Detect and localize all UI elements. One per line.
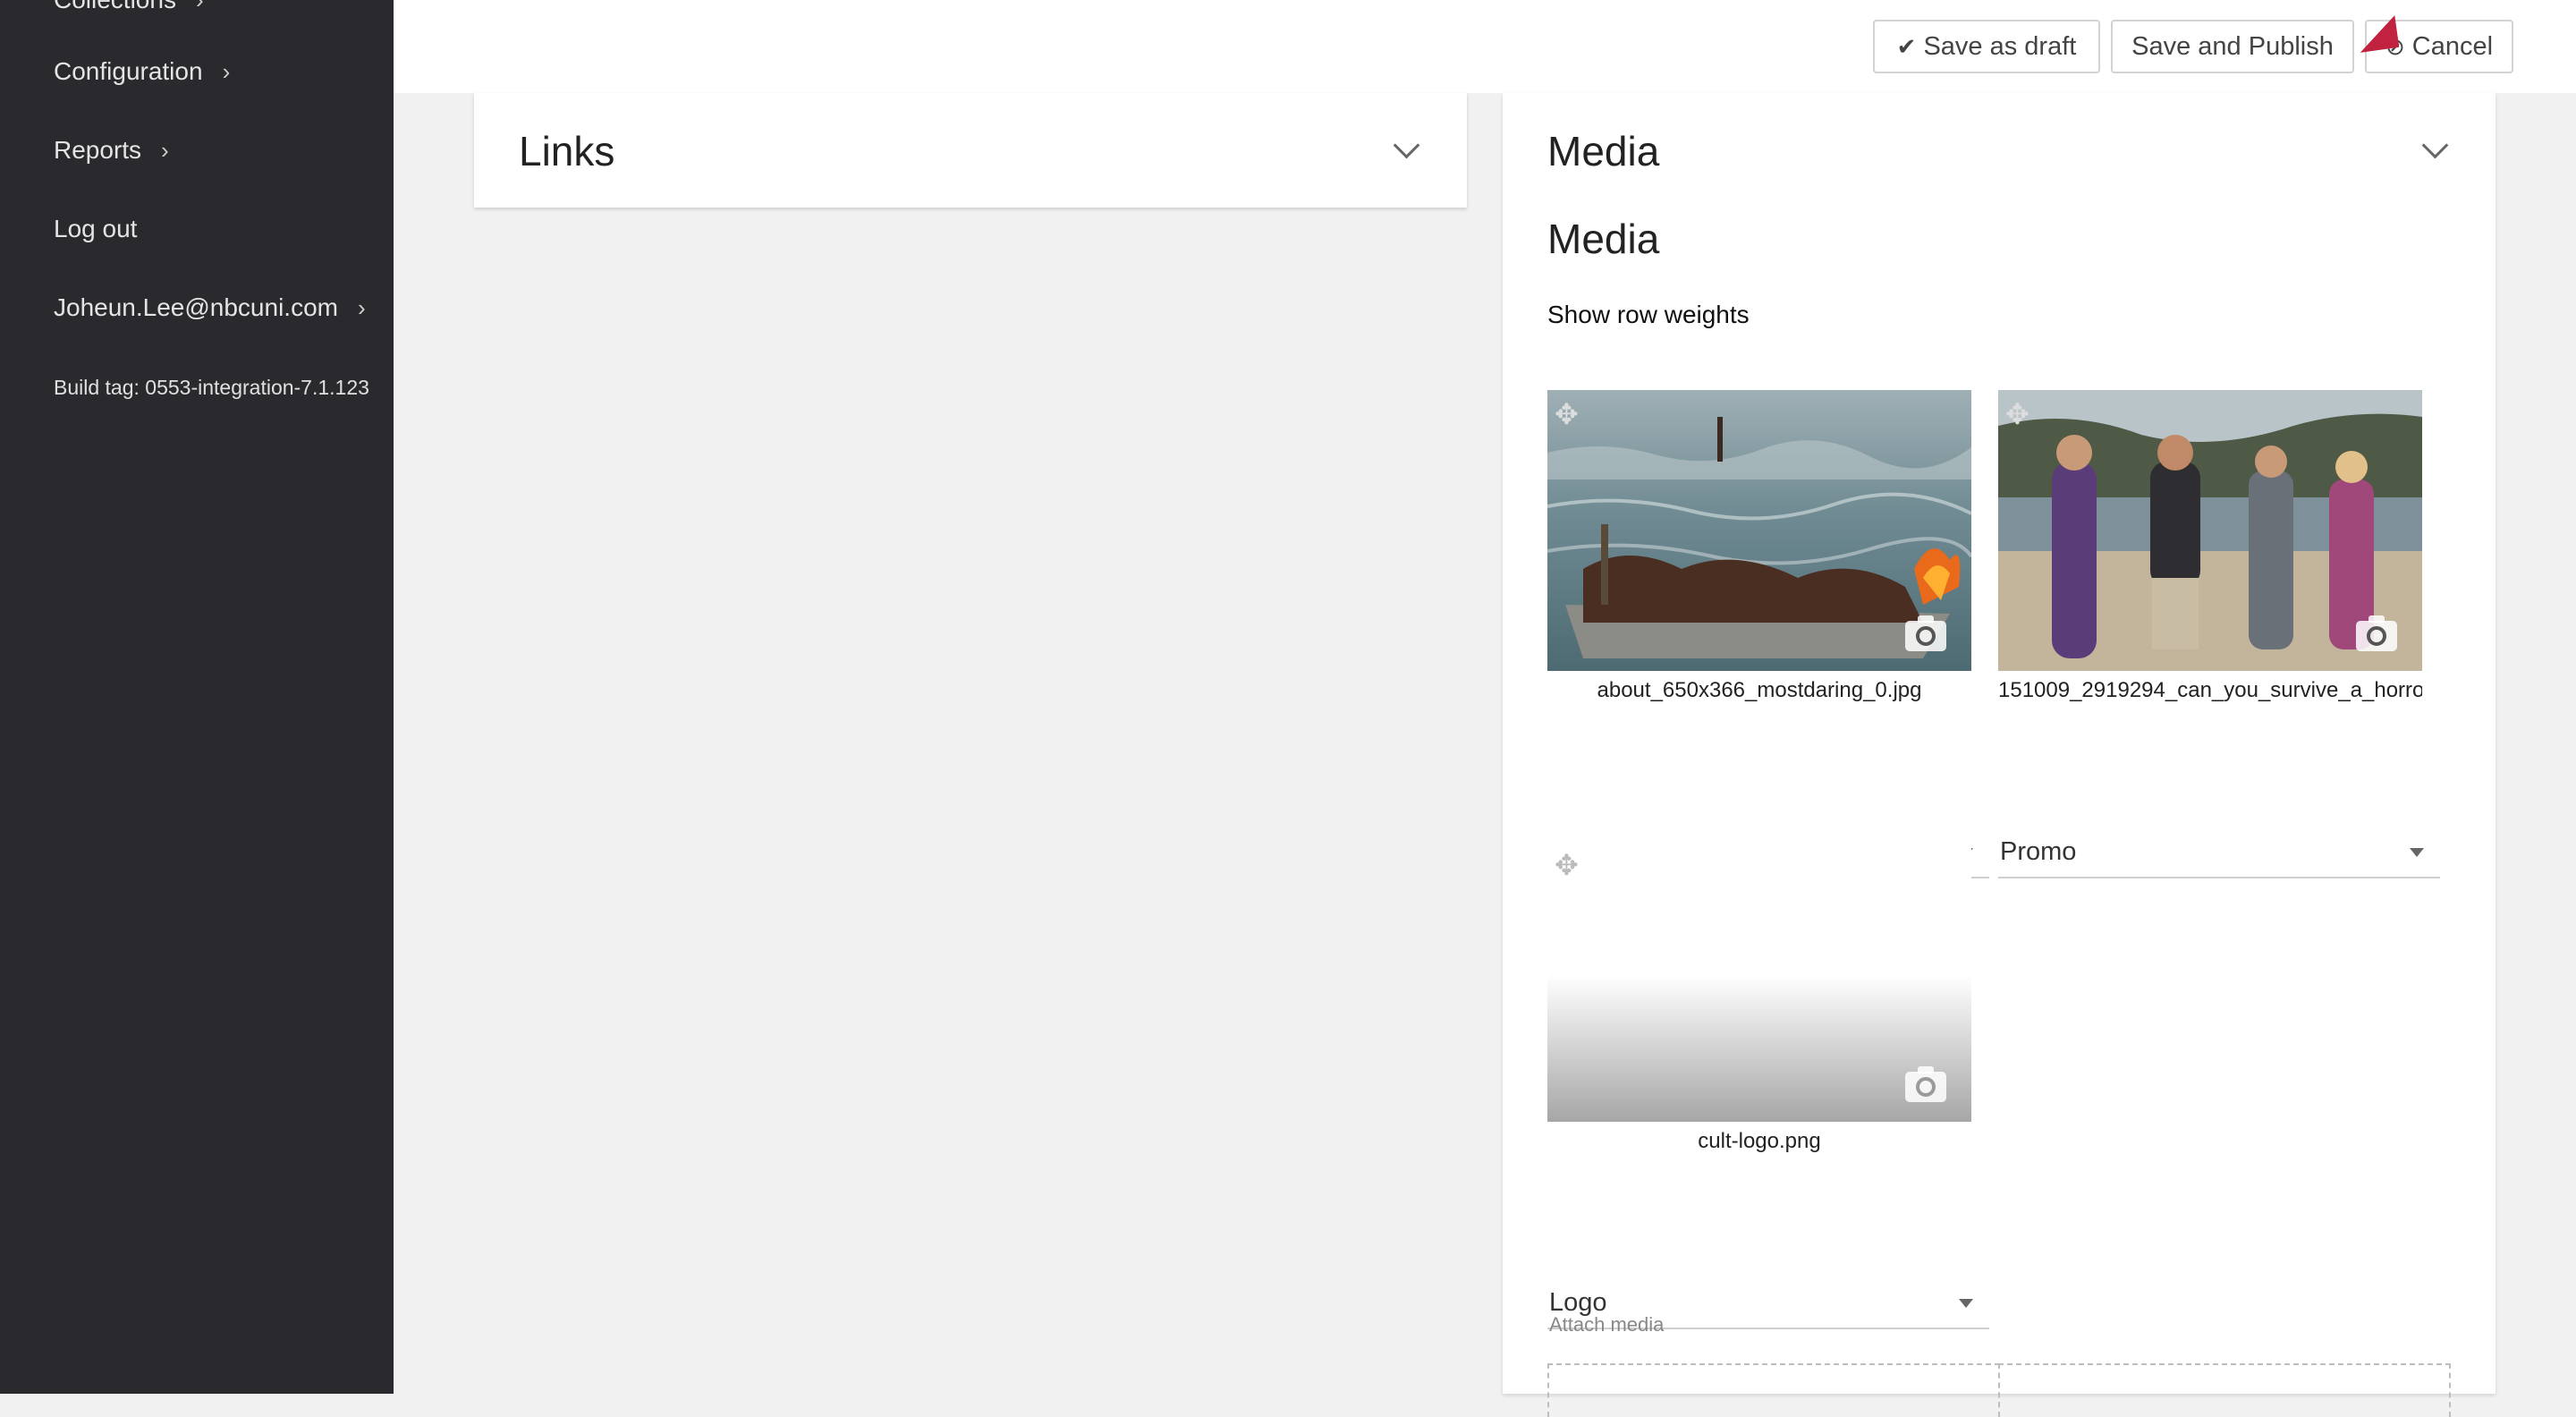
build-tag: Build tag: 0553-integration-7.1.123: [54, 376, 369, 399]
save-as-draft-button[interactable]: ✔ Save as draft: [1873, 20, 2100, 73]
media-filename: 151009_2919294_can_you_survive_a_horror_: [1998, 678, 2422, 702]
sidebar-item-configuration[interactable]: Configuration ›: [54, 57, 230, 86]
media-thumbnail[interactable]: ✥: [1998, 390, 2422, 671]
drag-handle-icon[interactable]: ✥: [1555, 397, 1579, 431]
media-panel: Media Media Show row weights ✥ about_650…: [1503, 93, 2496, 1417]
sidebar-item-label: Reports: [54, 136, 142, 164]
sidebar-item-reports[interactable]: Reports ›: [54, 136, 169, 165]
camera-icon[interactable]: [1905, 1066, 1946, 1102]
sidebar-item-label: Joheun.Lee@nbcuni.com: [54, 293, 338, 321]
cancel-label: Cancel: [2411, 31, 2494, 61]
media-item[interactable]: ✥ about_650x366_mostdaring_0.jpg: [1547, 390, 1971, 703]
media-subtitle: Media: [1547, 216, 1660, 262]
media-filename: about_650x366_mostdaring_0.jpg: [1597, 678, 1922, 702]
attach-media-label: Attach media: [1549, 1313, 1665, 1336]
media-item[interactable]: ✥ 151009_2919294_can_you_survive_a_horro…: [1998, 390, 2422, 703]
sidebar-item-collections[interactable]: Collections ›: [54, 0, 204, 14]
links-title: Links: [519, 128, 615, 174]
drag-handle-icon[interactable]: ✥: [1555, 848, 1579, 882]
sidebar-item-label: Configuration: [54, 57, 203, 85]
chevron-down-icon[interactable]: [1393, 132, 1420, 159]
caret-down-icon: [2410, 848, 2424, 857]
save-and-publish-label: Save and Publish: [2131, 31, 2334, 61]
attach-media-dropzone[interactable]: [1998, 1363, 2451, 1417]
media-thumbnail[interactable]: ✥: [1547, 841, 1971, 1122]
camera-icon[interactable]: [1905, 615, 1946, 651]
mouse-cursor-icon: [2355, 15, 2400, 53]
save-as-draft-label: Save as draft: [1923, 31, 2077, 61]
show-row-weights-link[interactable]: Show row weights: [1547, 301, 1750, 329]
media-thumbnail[interactable]: ✥: [1547, 390, 1971, 671]
attach-media-dropzone[interactable]: [1547, 1363, 2000, 1417]
media-role-select[interactable]: Promo: [1998, 825, 2440, 878]
chevron-down-icon[interactable]: [2421, 132, 2449, 159]
sidebar-item-user[interactable]: Joheun.Lee@nbcuni.com ›: [54, 293, 366, 322]
chevron-right-icon: ›: [161, 136, 169, 164]
checkmark-icon: ✔: [1896, 32, 1917, 60]
media-title: Media: [1547, 128, 1660, 174]
chevron-right-icon: ›: [196, 0, 204, 14]
drag-handle-icon[interactable]: ✥: [2005, 397, 2029, 431]
media-role-value: Promo: [2000, 837, 2077, 866]
chevron-right-icon: ›: [357, 293, 366, 321]
camera-icon[interactable]: [2356, 615, 2397, 651]
links-panel: Links: [474, 93, 1467, 208]
sidebar: Collections › Configuration › Reports › …: [0, 0, 394, 1394]
top-toolbar: ✔ Save as draft Save and Publish ⊘ Cance…: [394, 0, 2576, 93]
caret-down-icon: [1959, 1299, 1973, 1308]
media-filename: cult-logo.png: [1698, 1129, 1821, 1153]
media-item[interactable]: ✥ cult-logo.png: [1547, 841, 1971, 1154]
sidebar-item-label: Log out: [54, 215, 138, 242]
sidebar-item-logout[interactable]: Log out: [54, 215, 137, 243]
chevron-right-icon: ›: [222, 57, 231, 85]
sidebar-item-label: Collections: [54, 0, 176, 14]
save-and-publish-button[interactable]: Save and Publish: [2111, 20, 2354, 73]
